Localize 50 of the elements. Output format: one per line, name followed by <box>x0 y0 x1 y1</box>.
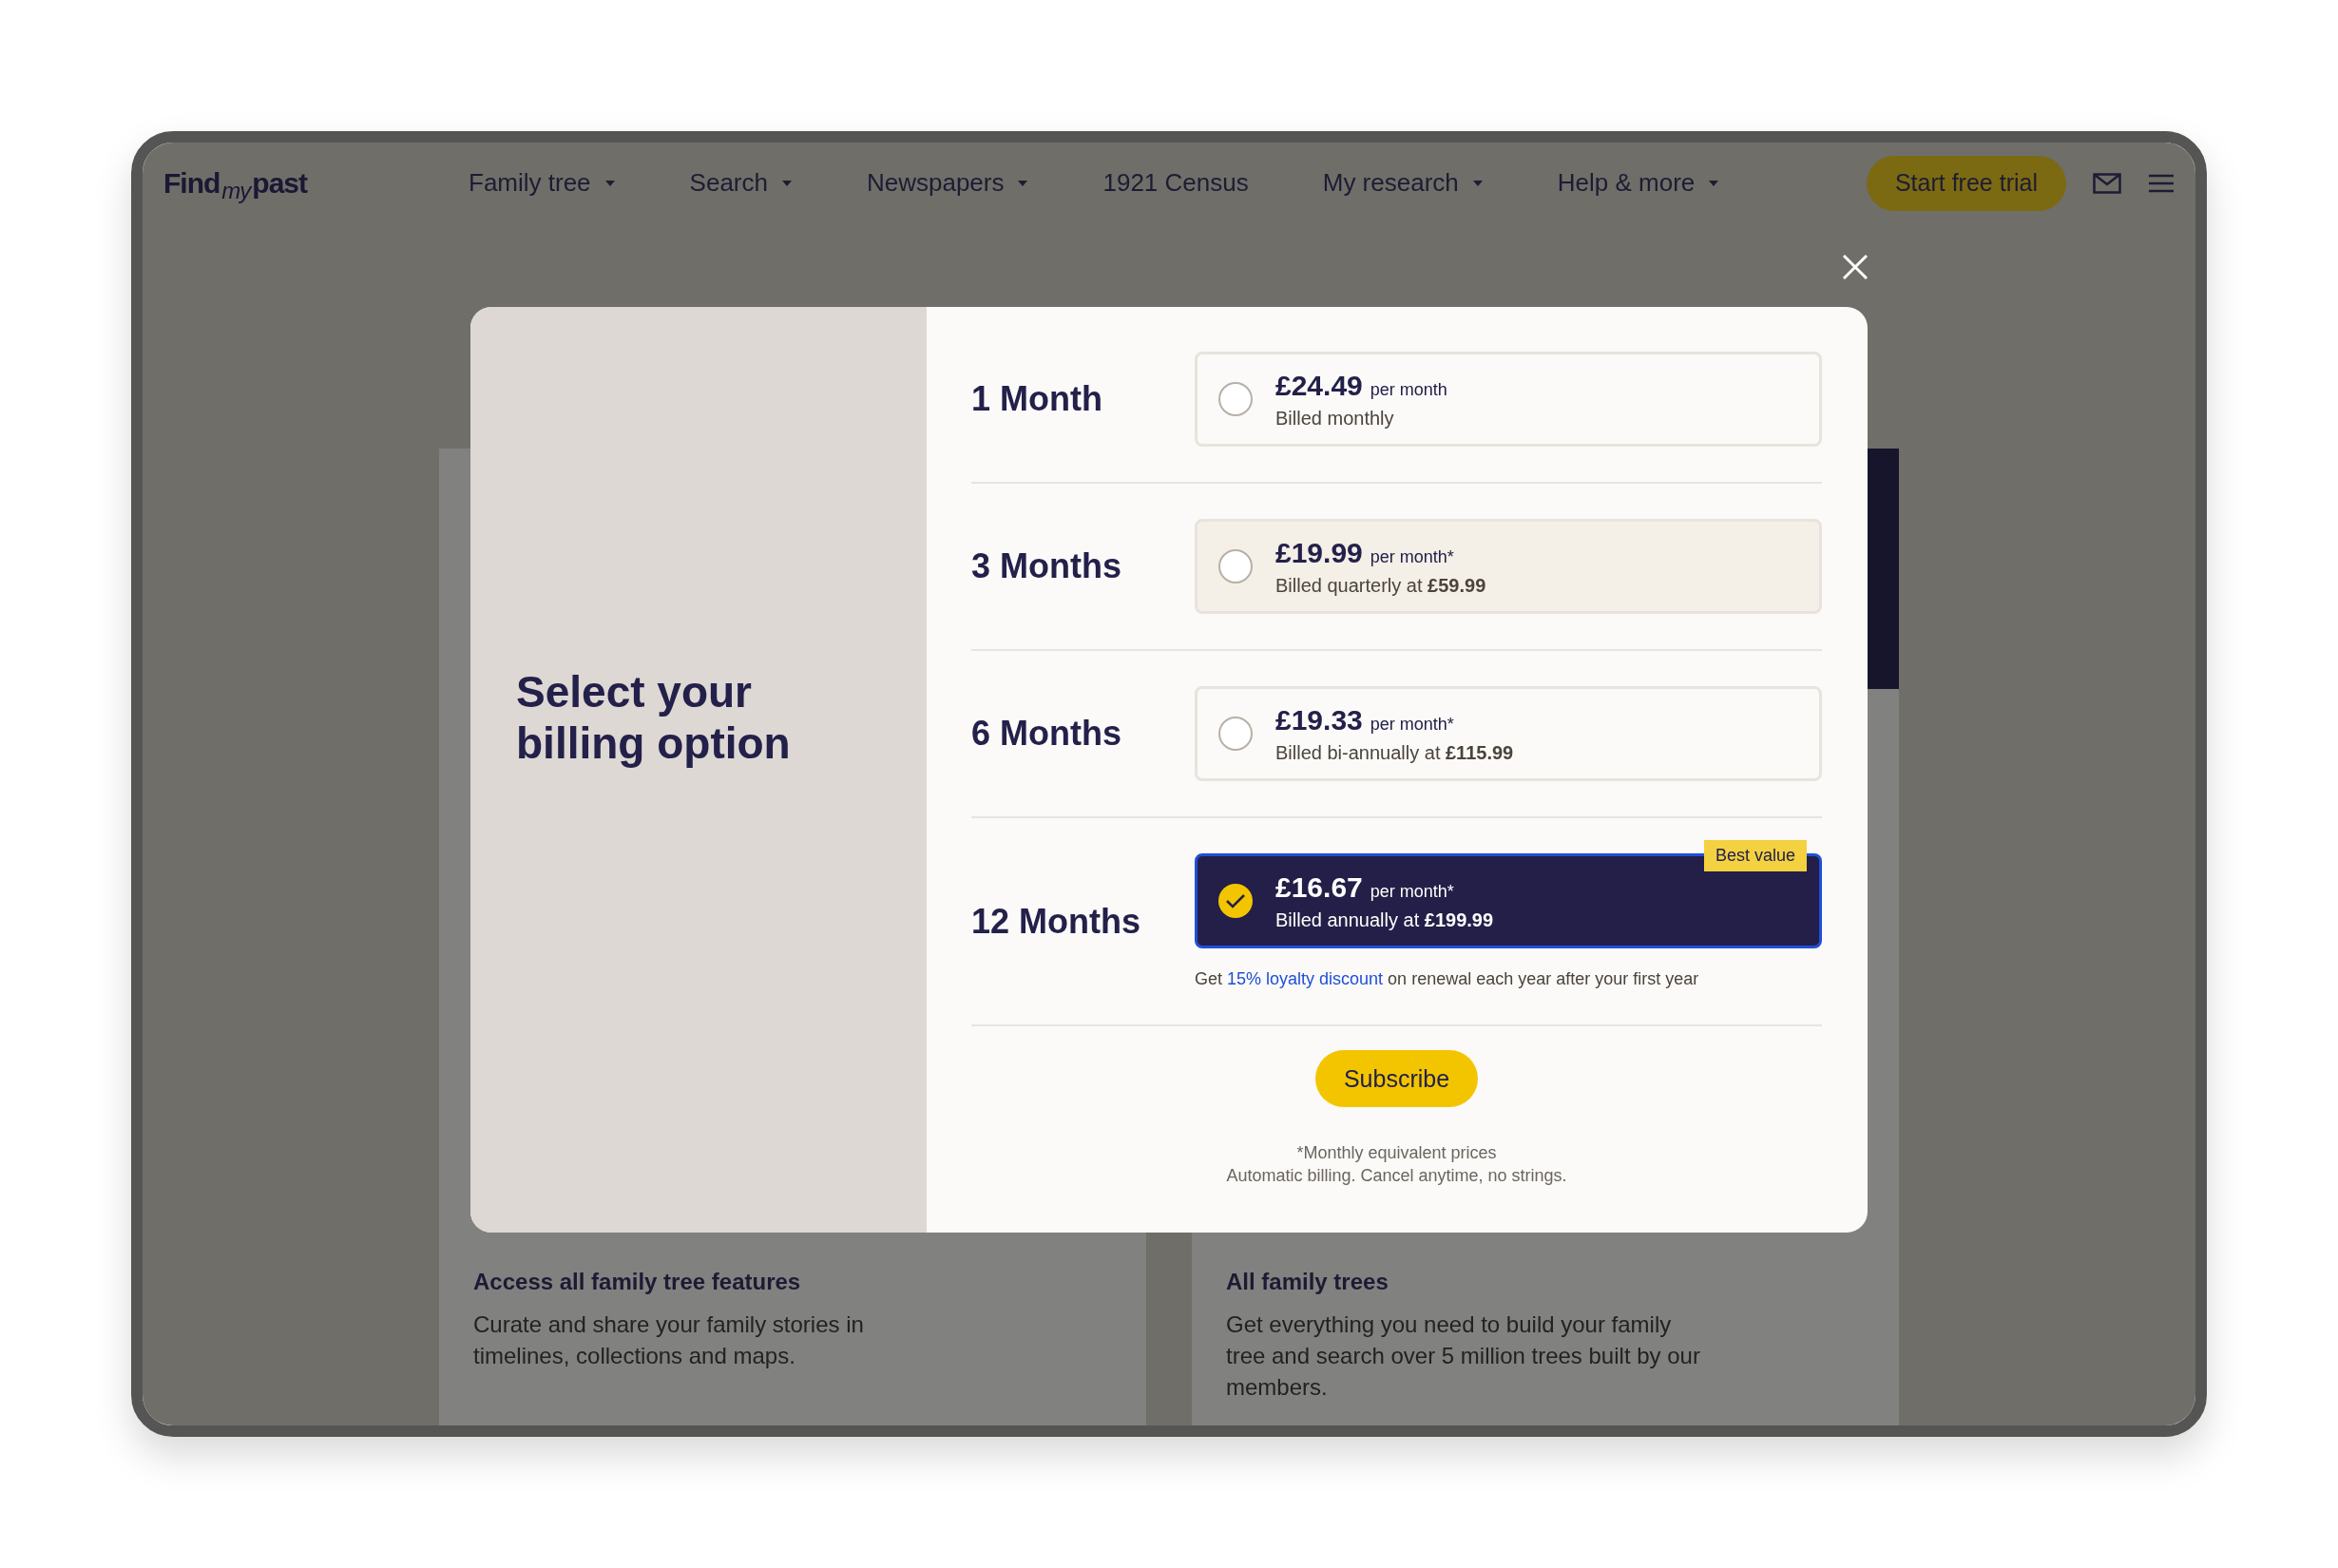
price: £16.67 <box>1275 870 1363 904</box>
caret-icon <box>604 179 616 187</box>
price-unit: per month* <box>1370 881 1454 902</box>
radio-icon <box>1218 717 1253 751</box>
plan-term: 1 Month <box>971 379 1103 419</box>
plan-option[interactable]: £24.49 per month Billed monthly <box>1195 352 1822 447</box>
caret-icon <box>1471 179 1484 187</box>
check-icon <box>1218 884 1253 918</box>
footnote: *Monthly equivalent prices <box>1295 1142 1498 1164</box>
price-unit: per month <box>1370 379 1447 400</box>
subscribe-button[interactable]: Subscribe <box>1314 1050 1479 1107</box>
mail-icon[interactable] <box>2093 172 2121 194</box>
plan-option[interactable]: £19.99 per month* Billed quarterly at £59.99 <box>1195 519 1822 614</box>
price-unit: per month* <box>1370 546 1454 567</box>
plan-term: 12 Months <box>971 901 1141 942</box>
nav-link[interactable]: Family tree <box>469 168 616 198</box>
price: £19.33 <box>1275 703 1363 736</box>
nav-link[interactable]: 1921 Census <box>1102 168 1249 198</box>
best-value-badge: Best value <box>1703 840 1807 871</box>
menu-icon[interactable] <box>2148 172 2175 194</box>
price: £24.49 <box>1275 369 1363 402</box>
radio-icon <box>1218 382 1253 416</box>
caret-icon <box>780 179 793 187</box>
price: £19.99 <box>1275 536 1363 569</box>
caret-icon <box>1017 179 1029 187</box>
card-title: Access all family tree features <box>473 1269 802 1295</box>
nav-link[interactable]: My research <box>1322 168 1484 198</box>
close-icon[interactable] <box>1842 254 1868 280</box>
note-text: Get <box>1195 969 1222 989</box>
start-trial-button[interactable]: Start free trial <box>1866 155 2066 211</box>
nav-link[interactable]: Help & more <box>1557 168 1720 198</box>
card-text: Curate and share your family stories in timelines, collections and maps. <box>473 1310 865 1370</box>
billing-text: Billed bi-annually at £115.99 <box>1275 741 1514 764</box>
loyalty-link[interactable]: 15% loyalty discount <box>1227 969 1384 989</box>
nav-link[interactable]: Search <box>689 168 793 198</box>
price-unit: per month* <box>1370 714 1454 735</box>
card-title: All family trees <box>1226 1269 1389 1295</box>
billing-text: Billed monthly <box>1275 407 1395 430</box>
caret-icon <box>1708 179 1720 187</box>
radio-icon <box>1218 549 1253 583</box>
plan-term: 3 Months <box>971 546 1122 586</box>
note-text: on renewal each year after your first year <box>1388 969 1699 989</box>
nav-link[interactable]: Newspapers <box>866 168 1029 198</box>
dialog-title: Select your billing option <box>516 666 792 769</box>
card-text: Get everything you need to build your family tree and search over 5 million trees built by our members. <box>1226 1310 1701 1402</box>
plan-option[interactable]: £19.33 per month* Billed bi-annually at £115.99 <box>1195 686 1822 781</box>
footnote: Automatic billing. Cancel anytime, no strings. <box>1226 1165 1567 1187</box>
billing-text: Billed quarterly at £59.99 <box>1275 574 1486 597</box>
billing-text: Billed annually at £199.99 <box>1275 908 1494 931</box>
plan-term: 6 Months <box>971 714 1122 754</box>
